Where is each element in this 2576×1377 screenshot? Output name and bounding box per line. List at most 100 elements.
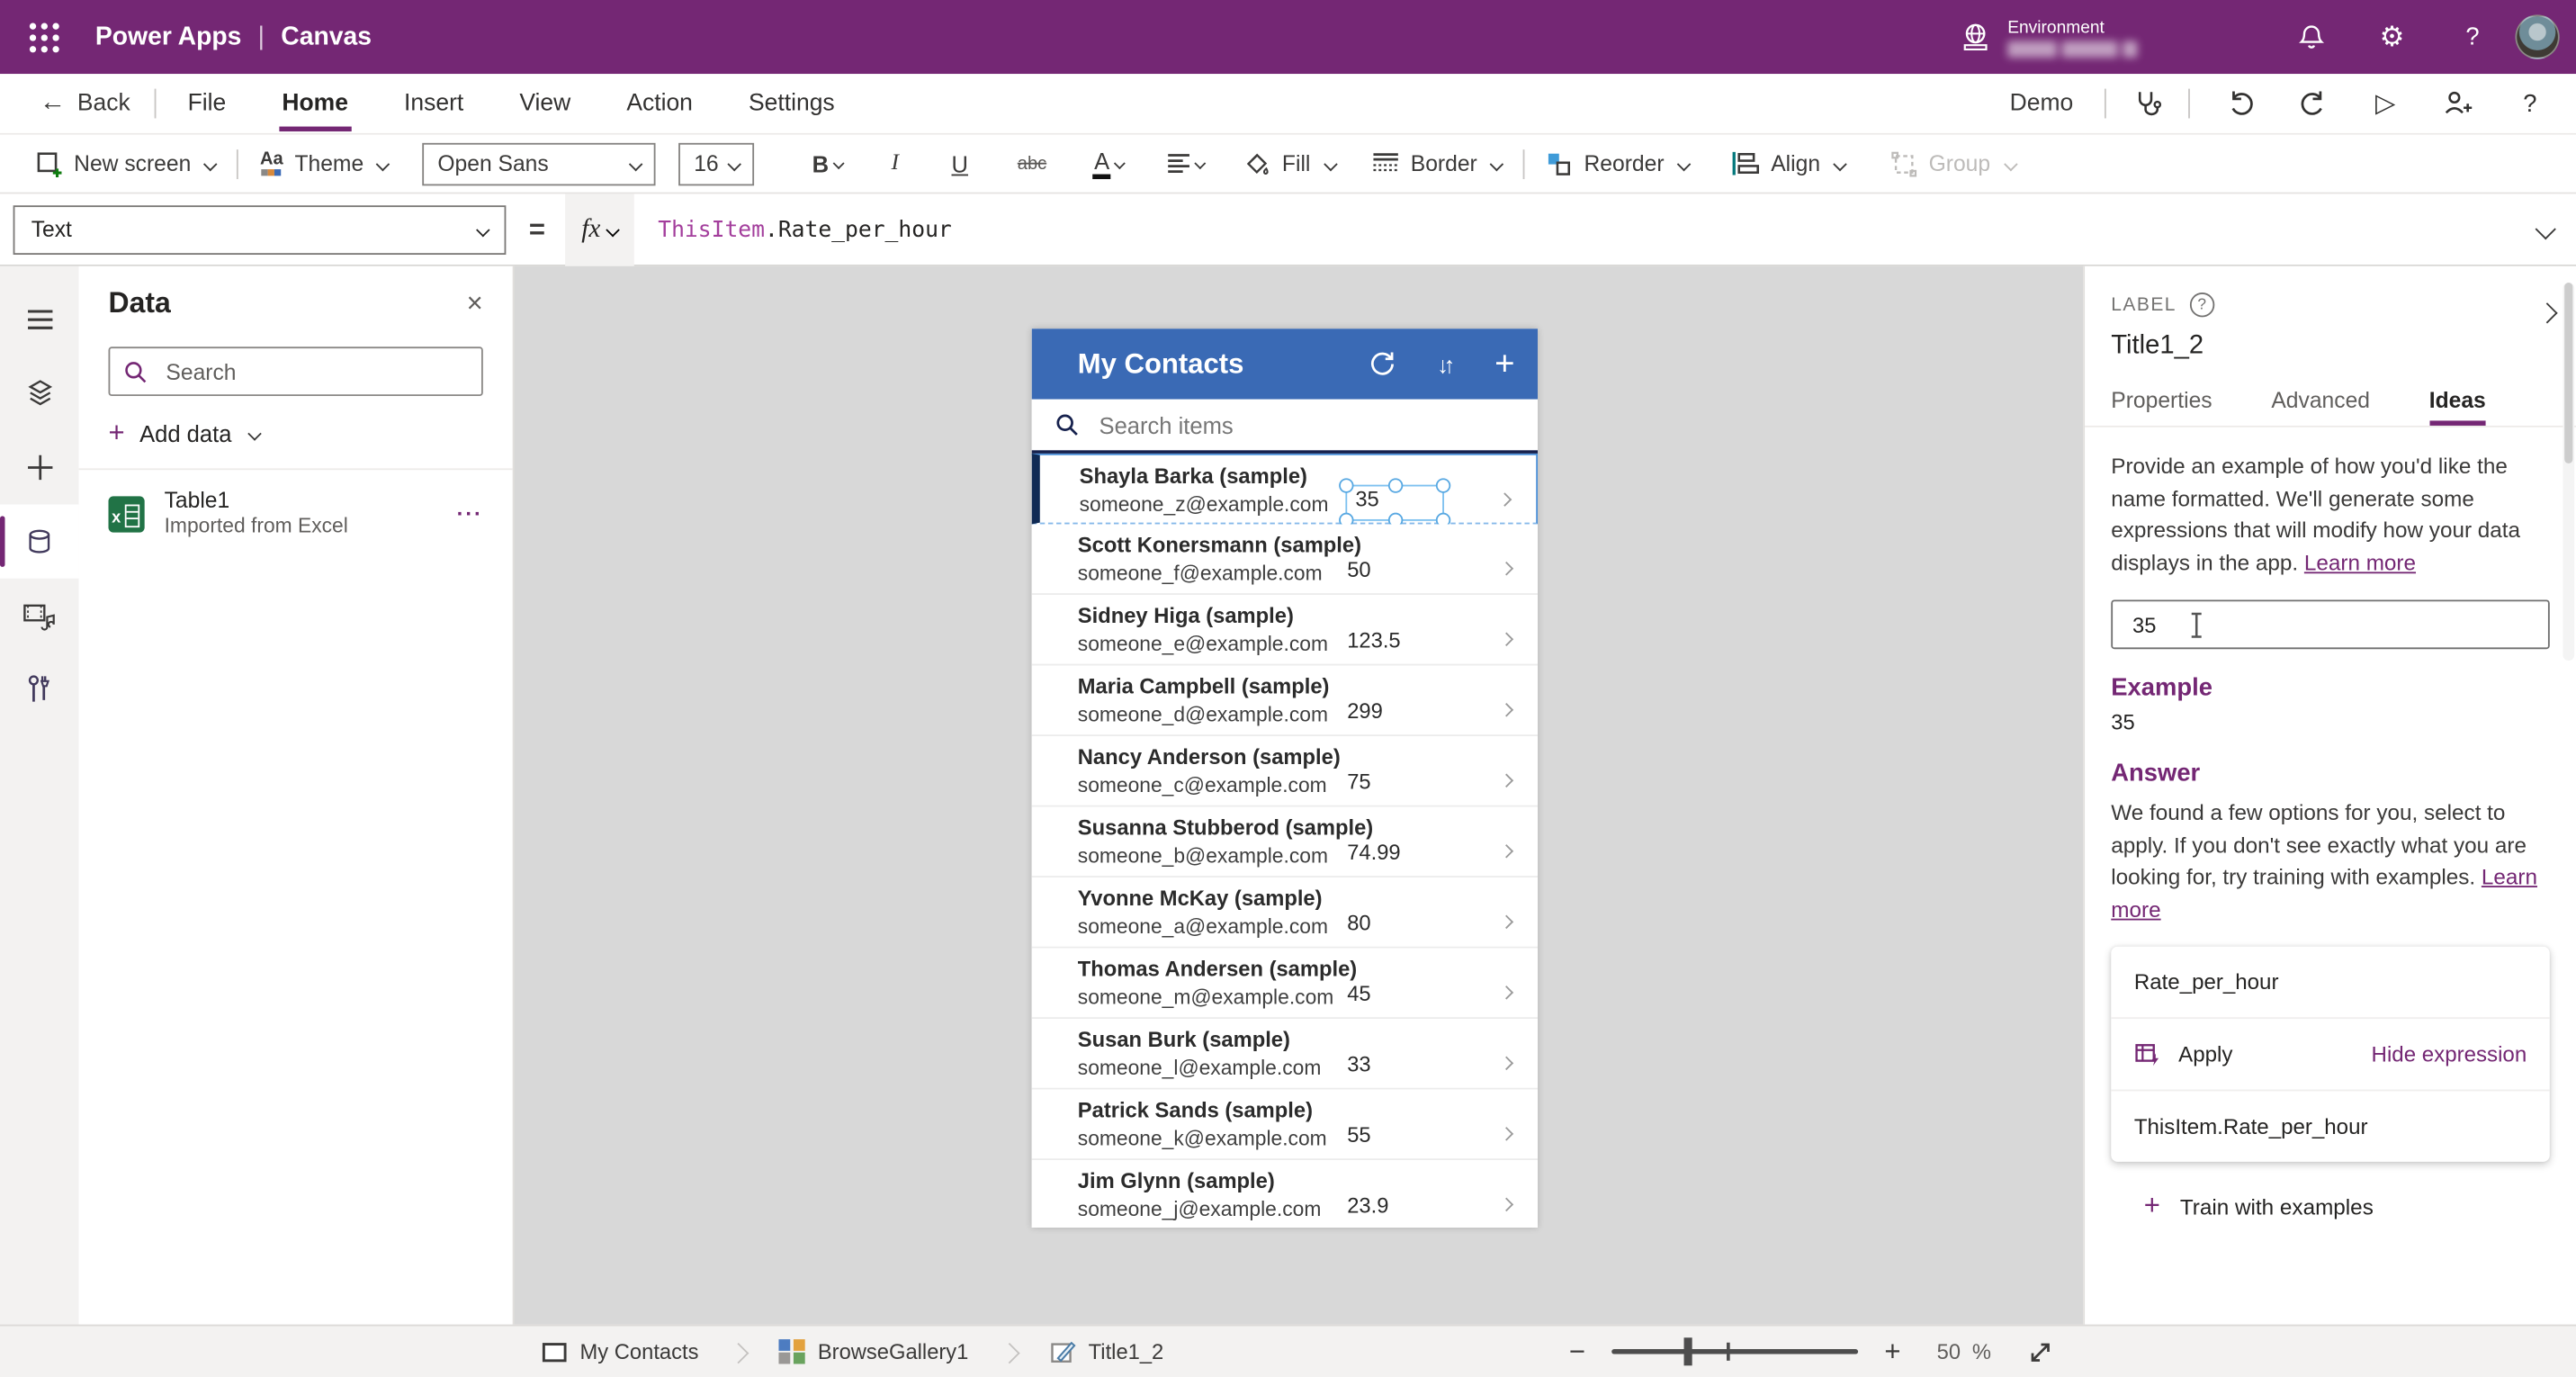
contact-row[interactable]: Shayla Barka (sample) someone_z@example.…: [1031, 453, 1539, 528]
gallery-search-input[interactable]: [1095, 410, 1539, 440]
fill-button[interactable]: Fill: [1244, 150, 1338, 176]
chevron-right-icon[interactable]: [1499, 554, 1514, 583]
menu-item-file[interactable]: File: [188, 77, 227, 130]
sort-icon[interactable]: ↓↑: [1437, 351, 1455, 377]
back-button[interactable]: ← Back: [40, 89, 130, 119]
apply-row[interactable]: Apply Hide expression: [2111, 1019, 2550, 1090]
contact-row[interactable]: Thomas Andersen (sample) someone_m@examp…: [1031, 948, 1539, 1020]
app-checker-icon[interactable]: [2131, 87, 2164, 121]
contact-row[interactable]: Sidney Higa (sample) someone_e@example.c…: [1031, 594, 1539, 666]
learn-more-link[interactable]: Learn more: [2304, 550, 2416, 574]
strikethrough-button[interactable]: abc: [1018, 154, 1046, 174]
chevron-right-icon[interactable]: [1499, 695, 1514, 724]
menu-item-home[interactable]: Home: [278, 77, 353, 132]
new-screen-button[interactable]: New screen: [36, 150, 218, 177]
bottom-bar: My Contacts BrowseGallery1 Title1_2 − + …: [0, 1324, 2576, 1377]
tab-properties[interactable]: Properties: [2111, 388, 2212, 426]
theme-button[interactable]: Aa Theme: [260, 150, 390, 176]
italic-button[interactable]: I: [892, 150, 900, 176]
share-icon[interactable]: [2441, 87, 2474, 121]
help-icon[interactable]: ?: [2514, 87, 2547, 121]
chevron-right-icon[interactable]: [1499, 907, 1514, 937]
help-icon[interactable]: ?: [2456, 21, 2490, 54]
chevron-right-icon[interactable]: [1499, 625, 1514, 654]
user-avatar[interactable]: [2515, 14, 2560, 59]
control-help-icon[interactable]: ?: [2189, 292, 2214, 318]
notifications-icon[interactable]: [2295, 21, 2329, 54]
contact-row[interactable]: Yvonne McKay (sample) someone_a@example.…: [1031, 878, 1539, 949]
rail-media-icon[interactable]: [0, 579, 79, 652]
expression-row[interactable]: ThisItem.Rate_per_hour: [2111, 1091, 2550, 1162]
font-color-button[interactable]: A: [1092, 148, 1126, 179]
hide-expression-link[interactable]: Hide expression: [2372, 1042, 2527, 1066]
train-with-examples-button[interactable]: + Train with examples: [2111, 1190, 2550, 1223]
more-options-icon[interactable]: ···: [457, 501, 483, 526]
gallery-search-bar[interactable]: [1031, 399, 1539, 454]
chevron-right-icon[interactable]: [1499, 836, 1514, 866]
canvas-area[interactable]: My Contacts ↓↑ + Search items Shayla Bar…: [514, 266, 2084, 1325]
chevron-right-icon[interactable]: [1499, 1190, 1514, 1220]
settings-gear-icon[interactable]: ⚙: [2375, 21, 2409, 54]
selection-handles[interactable]: [1339, 478, 1451, 528]
rail-advanced-tools-icon[interactable]: [0, 652, 79, 726]
chevron-right-icon[interactable]: [1499, 766, 1514, 796]
menu-item-view[interactable]: View: [519, 77, 570, 130]
data-search-box[interactable]: [108, 346, 483, 397]
waffle-menu-icon[interactable]: [29, 22, 59, 52]
contact-row[interactable]: Susanna Stubberod (sample) someone_b@exa…: [1031, 806, 1539, 878]
add-item-icon[interactable]: +: [1494, 346, 1514, 380]
rail-data-icon[interactable]: [0, 504, 79, 579]
contact-row[interactable]: Jim Glynn (sample) someone_j@example.com…: [1031, 1160, 1539, 1228]
chevron-right-icon[interactable]: [1499, 1048, 1514, 1078]
menu-item-settings[interactable]: Settings: [749, 77, 835, 130]
tab-advanced[interactable]: Advanced: [2271, 388, 2370, 426]
chevron-right-icon[interactable]: [1497, 485, 1512, 515]
menu-item-insert[interactable]: Insert: [404, 77, 463, 130]
align-button[interactable]: Align: [1731, 151, 1847, 176]
rail-hamburger-icon[interactable]: [0, 283, 79, 356]
redo-icon[interactable]: [2297, 87, 2330, 121]
panel-scrollbar[interactable]: [2563, 283, 2575, 662]
chevron-right-icon[interactable]: [1499, 1119, 1514, 1148]
fit-to-window-icon[interactable]: [2027, 1338, 2053, 1364]
example-input[interactable]: 35: [2111, 599, 2550, 650]
contact-row[interactable]: Nancy Anderson (sample) someone_c@exampl…: [1031, 735, 1539, 807]
reorder-button[interactable]: Reorder: [1546, 150, 1692, 176]
formula-expand-chevron-icon[interactable]: [2535, 214, 2556, 244]
preview-play-icon[interactable]: ▷: [2369, 87, 2402, 121]
font-size-select[interactable]: 16: [678, 141, 755, 185]
data-panel-close-icon[interactable]: ×: [467, 289, 483, 317]
rail-insert-icon[interactable]: [0, 430, 79, 504]
tab-ideas[interactable]: Ideas: [2428, 388, 2486, 426]
zoom-out-icon[interactable]: −: [1569, 1336, 1585, 1364]
rail-tree-view-icon[interactable]: [0, 356, 79, 430]
breadcrumb-label-control[interactable]: Title1_2: [1049, 1339, 1163, 1364]
fx-dropdown[interactable]: fx: [564, 193, 635, 266]
chevron-right-icon[interactable]: [1499, 977, 1514, 1007]
add-data-button[interactable]: + Add data: [109, 419, 483, 447]
zoom-slider-handle[interactable]: [1683, 1337, 1692, 1366]
border-button[interactable]: Border: [1371, 151, 1504, 176]
contact-row[interactable]: Maria Campbell (sample) someone_d@exampl…: [1031, 665, 1539, 736]
data-search-input[interactable]: [162, 357, 469, 386]
breadcrumb-screen[interactable]: My Contacts: [542, 1339, 698, 1364]
undo-icon[interactable]: [2224, 87, 2257, 121]
font-family-select[interactable]: Open Sans: [422, 141, 657, 185]
text-align-button[interactable]: [1167, 153, 1207, 175]
environment-picker[interactable]: Environment: [1958, 17, 2138, 57]
underline-button[interactable]: U: [952, 150, 968, 176]
suggestion-name-row[interactable]: Rate_per_hour: [2111, 947, 2550, 1018]
contact-row[interactable]: Scott Konersmann (sample) someone_f@exam…: [1031, 524, 1539, 595]
breadcrumb-gallery[interactable]: BrowseGallery1: [778, 1338, 968, 1364]
zoom-slider[interactable]: [1611, 1337, 1859, 1366]
bold-button[interactable]: B: [812, 150, 844, 176]
contact-row[interactable]: Susan Burk (sample) someone_l@example.co…: [1031, 1019, 1539, 1090]
refresh-icon[interactable]: [1367, 348, 1398, 380]
formula-input[interactable]: ThisItem .Rate_per_hour: [635, 194, 2526, 266]
zoom-in-icon[interactable]: +: [1884, 1336, 1900, 1364]
property-selector[interactable]: Text: [13, 204, 507, 255]
panel-collapse-chevron-icon[interactable]: [2536, 299, 2558, 324]
contact-row[interactable]: Patrick Sands (sample) someone_k@example…: [1031, 1089, 1539, 1161]
data-source-table1[interactable]: x Table1 Imported from Excel ···: [108, 488, 483, 539]
menu-item-action[interactable]: Action: [626, 77, 693, 130]
